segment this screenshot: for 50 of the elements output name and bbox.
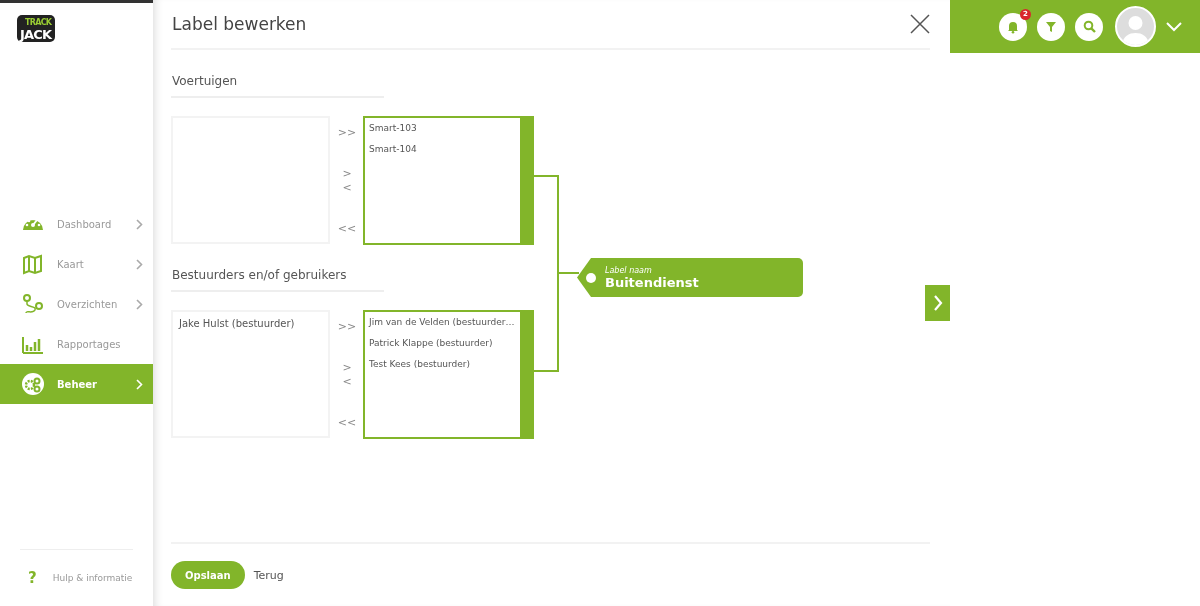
nav-item[interactable]: Dashboard [0,204,153,244]
search-button[interactable] [1075,12,1103,41]
dropdown-caret-icon[interactable] [1166,21,1182,32]
nav-item[interactable]: Rapportages [0,324,153,364]
transfer-button[interactable]: << [337,416,357,430]
list-item[interactable]: Jake Hulst (bestuurder) [179,317,322,338]
chevron-icon [136,218,143,230]
transfer-button[interactable]: < [342,181,352,195]
assigned-list[interactable]: Jim van de Velden (bestuurder… Patrick Klappe (bestuurder) Test Kees (bestuurder) [363,310,534,439]
list-item[interactable]: Patrick Klappe (bestuurder) [369,336,516,357]
back-link[interactable]: Terug [253,568,284,582]
transfer-button[interactable]: >> [337,126,357,140]
transfer-button[interactable]: > [342,361,352,375]
route-icon [21,293,45,315]
nav-item[interactable]: Beheer [0,364,153,404]
chevron-icon [136,298,143,310]
section-heading: Bestuurders en/of gebruikers [171,244,384,292]
close-icon[interactable] [910,14,930,34]
tag-value: Buitendienst [605,274,699,290]
chevron-icon [932,295,943,311]
tag-hole-icon [586,272,596,283]
chevron-icon [136,378,143,390]
dialog-title: Label bewerken [172,14,308,34]
section-heading: Voertuigen [171,50,384,98]
transfer-button[interactable]: < [342,375,352,389]
bell-icon [1006,19,1020,34]
search-icon [1082,20,1096,33]
avatar[interactable] [1115,6,1156,47]
logo: TRACK JACK [16,12,56,44]
list-item[interactable]: Jim van de Velden (bestuurder… [369,315,516,336]
list-item[interactable]: Smart-103 [369,121,516,142]
nav-item[interactable]: Overzichten [0,284,153,324]
transfer-button[interactable]: > [342,167,352,181]
expand-button[interactable] [925,285,950,321]
tag-caption: Label naam [605,265,653,275]
nav-item[interactable]: Kaart [0,244,153,284]
transfer-button[interactable]: >> [337,320,357,334]
list-item[interactable]: Smart-104 [369,142,516,163]
assigned-list[interactable]: Smart-103 Smart-104 [363,116,534,245]
transfer-button[interactable]: << [337,222,357,236]
chevron-icon [136,258,143,270]
save-button[interactable]: Opslaan [171,561,245,589]
list-item[interactable]: Test Kees (bestuurder) [369,357,516,378]
help-link[interactable]: Hulp & informatie [52,573,133,583]
gears-icon [21,373,45,395]
available-list[interactable]: Jake Hulst (bestuurder) [171,310,330,438]
filter-button[interactable] [1037,12,1065,41]
map-icon [21,253,45,275]
filter-icon [1045,20,1057,33]
help-icon: ? [28,569,37,587]
